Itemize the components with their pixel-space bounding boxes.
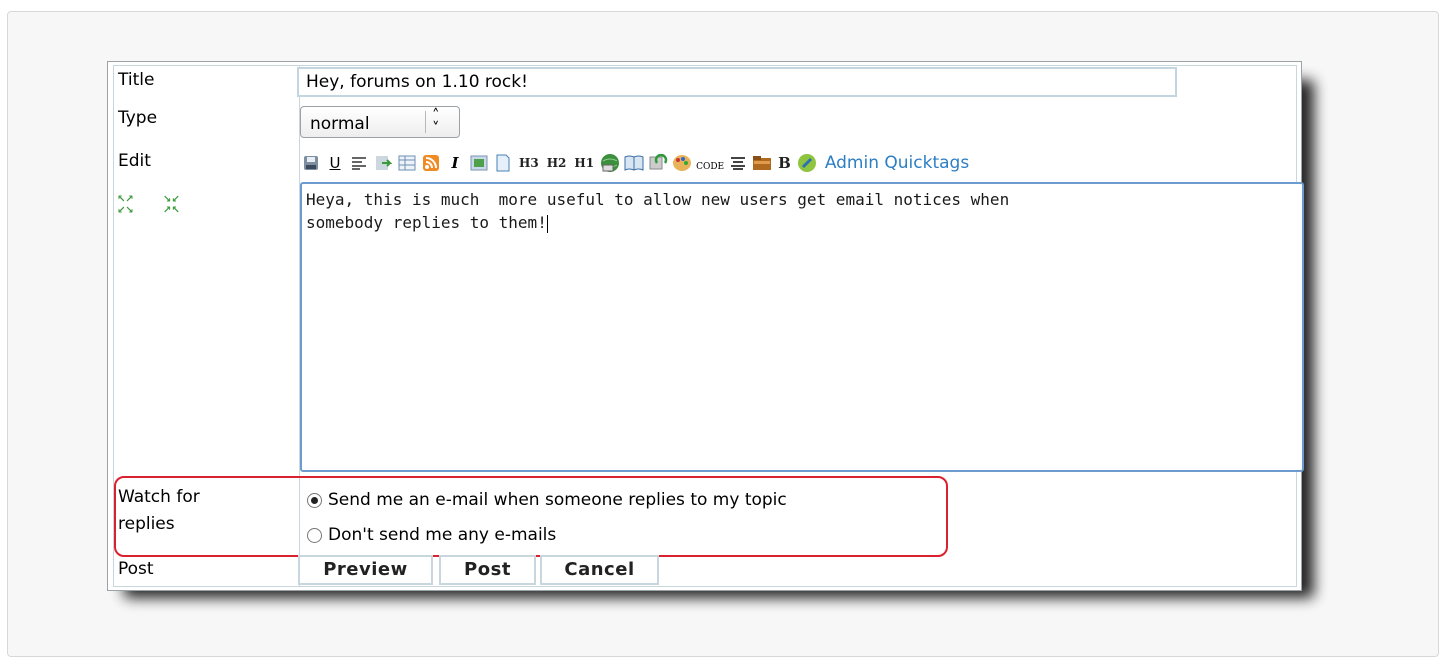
underline-icon[interactable]: U xyxy=(325,153,345,173)
cancel-button[interactable]: Cancel xyxy=(540,555,659,585)
book-icon[interactable] xyxy=(624,153,644,173)
h2-icon[interactable]: H2 xyxy=(545,153,569,173)
save-icon[interactable] xyxy=(301,153,321,173)
pencil-check-icon[interactable] xyxy=(797,153,817,173)
globe-link-icon[interactable] xyxy=(600,153,620,173)
watch-for-replies-label: Watch for replies xyxy=(118,487,200,534)
shrink-arrows-icon[interactable]: ↖↗ ↙↘ xyxy=(117,194,134,216)
align-left-icon[interactable] xyxy=(349,153,369,173)
title-label: Title xyxy=(118,70,155,90)
refresh-icon[interactable] xyxy=(648,153,668,173)
document-icon[interactable] xyxy=(493,153,513,173)
post-button[interactable]: Post xyxy=(439,555,536,585)
select-divider xyxy=(425,111,426,133)
expand-arrows-icon[interactable]: ↘↙ ↗↖ xyxy=(163,194,180,216)
admin-quicktags-link[interactable]: Admin Quicktags xyxy=(825,153,969,173)
text-cursor xyxy=(546,214,548,233)
align-center-icon[interactable] xyxy=(728,153,748,173)
quicktags-toolbar: U I H3 H2 H1 CODE B Admin Quicktags xyxy=(301,148,969,178)
type-label: Type xyxy=(118,108,158,128)
h3-icon[interactable]: H3 xyxy=(517,153,541,173)
post-label: Post xyxy=(118,559,154,579)
radio-no-email[interactable] xyxy=(307,527,322,543)
watch-option-send-label: Send me an e-mail when someone replies t… xyxy=(328,490,787,510)
image-icon[interactable] xyxy=(469,153,489,173)
title-input[interactable]: Hey, forums on 1.10 rock! xyxy=(297,67,1177,97)
type-select-value: normal xyxy=(310,114,370,134)
edit-label: Edit xyxy=(118,151,151,171)
type-select[interactable]: normal ˄ ˅ xyxy=(300,106,460,138)
h1-icon[interactable]: H1 xyxy=(572,153,596,173)
watch-option-no-email[interactable]: Don't send me any e-mails xyxy=(307,525,556,545)
post-body-textarea[interactable]: Heya, this is much more useful to allow … xyxy=(300,182,1304,472)
code-icon[interactable]: CODE xyxy=(696,153,724,173)
bold-icon[interactable]: B xyxy=(776,153,793,173)
page-link-icon[interactable] xyxy=(373,153,393,173)
post-body-text: Heya, this is much more useful to allow … xyxy=(306,190,1010,232)
editor-resize-controls: ↖↗ ↙↘ ↘↙ ↗↖ xyxy=(117,194,197,228)
rss-icon[interactable] xyxy=(421,153,441,173)
table-icon[interactable] xyxy=(397,153,417,173)
watch-option-none-label: Don't send me any e-mails xyxy=(328,525,557,545)
preview-button[interactable]: Preview xyxy=(298,555,433,585)
updown-chevron-icon: ˄ ˅ xyxy=(432,106,440,137)
italic-icon[interactable]: I xyxy=(445,153,465,173)
palette-icon[interactable] xyxy=(672,153,692,173)
folder-icon[interactable] xyxy=(752,153,772,173)
radio-send-email[interactable] xyxy=(307,492,322,508)
watch-option-send-email[interactable]: Send me an e-mail when someone replies t… xyxy=(307,490,787,510)
